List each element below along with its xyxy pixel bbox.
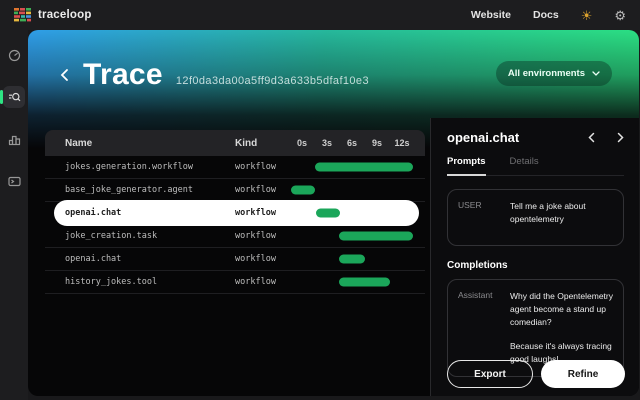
page-title: Trace (83, 58, 163, 92)
panel-tabs: Prompts Details (447, 156, 624, 176)
completion-paragraph: Why did the Opentelemetry agent become a… (510, 290, 613, 330)
span-name: joke_creation.task (45, 231, 157, 241)
timeline-tick: 6s (347, 138, 357, 148)
chevron-down-icon (592, 71, 600, 76)
timeline-cell (290, 248, 415, 270)
refine-button[interactable]: Refine (541, 360, 625, 388)
nav-link-website[interactable]: Website (471, 9, 511, 21)
duration-bar (339, 255, 365, 264)
span-kind: workflow (235, 277, 276, 287)
sidebar-item-metrics[interactable] (3, 128, 25, 150)
table-row[interactable]: openai.chat workflow (45, 248, 425, 271)
brand-name: traceloop (38, 9, 92, 21)
timeline-cell (290, 271, 415, 293)
timeline-cell (290, 179, 415, 201)
prompt-message-box: USER Tell me a joke about opentelemetry (447, 189, 624, 246)
sidebar-item-dashboard[interactable] (3, 44, 25, 66)
environment-selector[interactable]: All environments (496, 61, 612, 86)
span-details-panel: openai.chat Prompts Details USER Tell me… (430, 118, 639, 396)
timeline-tick: 0s (297, 138, 307, 148)
sun-icon[interactable]: ☀ (581, 9, 593, 22)
span-name: openai.chat (45, 254, 121, 264)
column-header-kind: Kind (235, 138, 257, 149)
brand-logo[interactable]: traceloop (14, 8, 92, 23)
table-row[interactable]: history_jokes.tool workflow (45, 271, 425, 294)
table-row[interactable]: openai.chat workflow (45, 202, 425, 225)
table-row[interactable]: jokes.generation.workflow workflow (45, 156, 425, 179)
completions-section-label: Completions (447, 260, 624, 271)
span-name: jokes.generation.workflow (45, 162, 193, 172)
export-button[interactable]: Export (447, 360, 533, 388)
span-kind: workflow (235, 208, 276, 218)
duration-bar (291, 186, 315, 195)
completion-text: Why did the Opentelemetry agent become a… (510, 290, 613, 366)
column-header-name: Name (45, 138, 92, 149)
prompt-role-label: USER (458, 200, 510, 235)
environment-selector-label: All environments (508, 68, 585, 79)
main-card: Trace 12f0da3da00a5ff9d3a633b5dfaf10e3 A… (28, 30, 639, 396)
span-kind: workflow (235, 162, 276, 172)
span-kind: workflow (235, 231, 276, 241)
nav-link-docs[interactable]: Docs (533, 9, 559, 21)
timeline-cell (290, 202, 415, 224)
span-name: base_joke_generator.agent (45, 185, 193, 195)
span-title: openai.chat (447, 130, 519, 145)
span-table-header: Name Kind 0s 3s 6s 9s 12s (45, 130, 425, 156)
timeline-axis: 0s 3s 6s 9s 12s (290, 130, 415, 156)
timeline-cell (290, 225, 415, 247)
tab-details[interactable]: Details (510, 156, 539, 175)
completion-role-label: Assistant (458, 290, 510, 366)
gauge-icon (8, 49, 21, 62)
top-bar: traceloop Website Docs ☀ ⚙ (0, 0, 640, 30)
timeline-tick: 12s (394, 138, 409, 148)
span-name: openai.chat (45, 208, 121, 218)
duration-bar (339, 232, 413, 241)
duration-bar (315, 163, 413, 172)
trace-search-icon (8, 91, 21, 104)
gear-icon[interactable]: ⚙ (614, 9, 626, 22)
next-span-chevron-icon[interactable] (617, 132, 624, 143)
span-table: Name Kind 0s 3s 6s 9s 12s jokes.generation.w… (45, 130, 425, 294)
prompt-text: Tell me a joke about opentelemetry (510, 200, 613, 235)
sidebar-item-traces[interactable] (3, 86, 25, 108)
timeline-tick: 3s (322, 138, 332, 148)
duration-bar (316, 209, 340, 218)
timeline-cell (290, 156, 415, 178)
span-kind: workflow (235, 185, 276, 195)
trace-id: 12f0da3da00a5ff9d3a633b5dfaf10e3 (176, 75, 369, 87)
span-kind: workflow (235, 254, 276, 264)
prev-span-chevron-icon[interactable] (588, 132, 595, 143)
timeline-tick: 9s (372, 138, 382, 148)
table-row[interactable]: base_joke_generator.agent workflow (45, 179, 425, 202)
span-name: history_jokes.tool (45, 277, 157, 287)
traceloop-logo-icon (14, 8, 31, 23)
duration-bar (339, 278, 390, 287)
tab-prompts[interactable]: Prompts (447, 156, 486, 176)
bar-chart-icon (8, 133, 21, 146)
sidebar (0, 30, 28, 400)
back-chevron-icon[interactable] (60, 68, 69, 82)
table-row[interactable]: joke_creation.task workflow (45, 225, 425, 248)
sidebar-item-playground[interactable] (3, 170, 25, 192)
terminal-icon (8, 175, 21, 188)
